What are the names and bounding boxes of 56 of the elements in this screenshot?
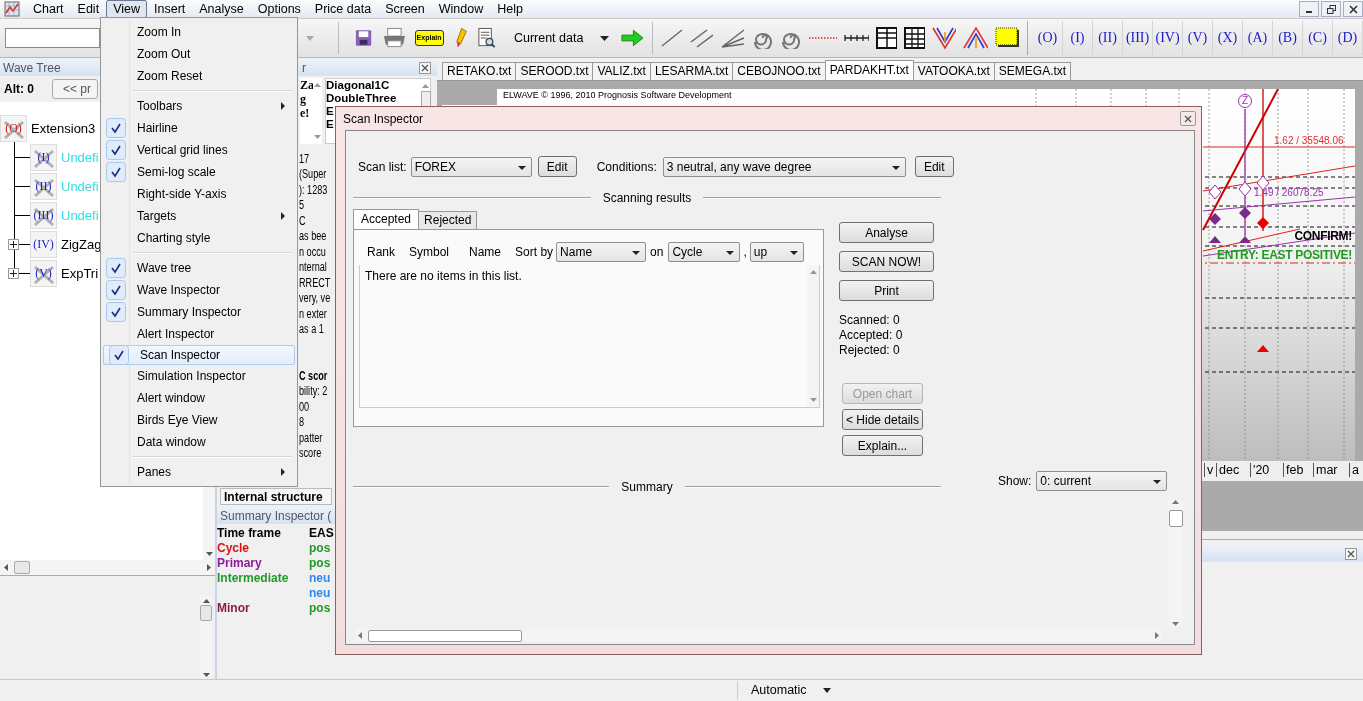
inspector-text: n occu bbox=[299, 244, 326, 261]
group-heading: Scanning results bbox=[601, 191, 693, 205]
axis-label: '20 bbox=[1250, 462, 1270, 477]
inspector-text: bility: 2 bbox=[299, 384, 328, 400]
axis-label: v bbox=[1204, 462, 1214, 477]
inspector-text: ): 1283 bbox=[299, 182, 328, 199]
empty-message: There are no items in this list. bbox=[365, 269, 522, 285]
count-text: Scanned: 0 bbox=[839, 313, 901, 328]
field-label: Show: bbox=[998, 474, 1032, 488]
separator-text: , bbox=[743, 245, 747, 259]
inspector-text: 8 bbox=[299, 415, 305, 431]
axis-label: dec bbox=[1216, 462, 1240, 477]
column-header: EAS bbox=[309, 525, 335, 541]
table-cell-text: Cycle bbox=[217, 540, 251, 556]
inspector-text: score bbox=[299, 446, 322, 462]
axis-label: mar bbox=[1313, 462, 1338, 477]
inspector-text: (Super bbox=[299, 167, 327, 183]
field-label: on bbox=[650, 245, 664, 259]
copyright-text: ELWAVE © 1996, 2010 Prognosis Software Development bbox=[503, 89, 732, 100]
table-cell-text: Primary bbox=[217, 555, 263, 571]
inspector-text: C scor bbox=[299, 368, 328, 385]
inspector-text: 17 bbox=[299, 151, 310, 168]
price-label: 1.62 / 35548.06 bbox=[1274, 134, 1344, 146]
panel-title: Summary Inspector ( bbox=[217, 507, 335, 524]
group-heading: Summary bbox=[620, 480, 674, 494]
table-cell-text: Minor bbox=[217, 600, 251, 616]
inspector-text: nternal bbox=[299, 260, 327, 276]
inspector-text: as bee bbox=[299, 229, 327, 245]
table-cell-text: neu bbox=[309, 570, 332, 586]
inspector-text: as a 1 bbox=[299, 322, 324, 338]
inspector-text: patter bbox=[299, 430, 323, 447]
count-text: Accepted: 0 bbox=[839, 328, 904, 343]
table-cell-text: neu bbox=[309, 585, 332, 601]
panel-title: r bbox=[302, 59, 306, 76]
signal-text: ENTRY: EAST POSITIVE! bbox=[1216, 247, 1352, 262]
wave-label: Z bbox=[1238, 93, 1252, 108]
axis-label: feb bbox=[1283, 462, 1304, 477]
count-text: Rejected: 0 bbox=[839, 343, 901, 358]
field-label: Sort by bbox=[515, 245, 554, 259]
alt-label: Alt: 0 bbox=[4, 81, 34, 96]
inspector-text: C bbox=[299, 213, 306, 230]
inspector-text: n exter bbox=[299, 306, 327, 323]
inspector-text: 5 bbox=[299, 198, 305, 214]
inspector-text: very, ve bbox=[299, 291, 331, 307]
table-cell-text: pos bbox=[309, 540, 332, 556]
column-header: Time frame bbox=[217, 525, 282, 541]
table-cell-text: Intermediate bbox=[217, 570, 290, 586]
table-cell-text: pos bbox=[309, 555, 332, 571]
table-cell-text: pos bbox=[309, 600, 332, 616]
inspector-text: RRECT bbox=[299, 275, 331, 292]
inspector-text: 00 bbox=[299, 399, 310, 416]
axis-label: a bbox=[1349, 462, 1359, 477]
section-header: Internal structure bbox=[220, 487, 332, 505]
dialog-title: Scan Inspector bbox=[343, 111, 424, 126]
field-label: Conditions: bbox=[596, 159, 657, 174]
field-label: Scan list: bbox=[358, 159, 407, 174]
